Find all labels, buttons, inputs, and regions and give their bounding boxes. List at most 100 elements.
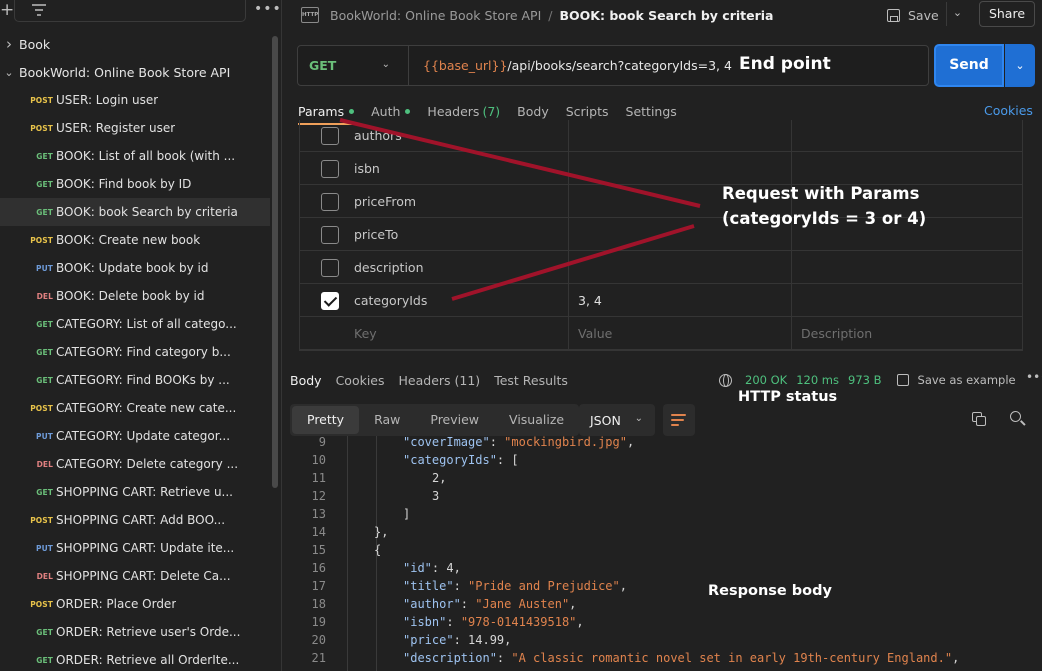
format-select[interactable]: JSON ⌄ (579, 404, 655, 436)
param-value[interactable]: 3, 4 (578, 293, 602, 308)
param-checkbox[interactable] (321, 226, 339, 244)
sidebar-request-item[interactable]: PUT CATEGORY: Update categor... (0, 422, 270, 450)
response-time[interactable]: 120 ms (796, 373, 839, 387)
param-description-input[interactable]: Description (801, 326, 872, 341)
param-key[interactable]: description (354, 260, 424, 275)
response-tab[interactable]: Cookies (336, 370, 385, 390)
line-text: 2, (432, 471, 446, 485)
send-button[interactable]: Send (934, 44, 1004, 87)
method-badge: GET (36, 319, 53, 329)
globe-icon[interactable] (719, 373, 732, 387)
search-icon[interactable] (1010, 411, 1026, 427)
line-text: "title": "Pride and Prejudice", (403, 579, 627, 593)
param-key[interactable]: authors (354, 128, 402, 143)
param-value-input[interactable]: Value (578, 326, 612, 341)
tab-headers[interactable]: Headers (7) (427, 101, 500, 121)
param-key[interactable]: categoryIds (354, 293, 427, 308)
save-as-example-button[interactable]: Save as example (896, 373, 1016, 387)
code-line: 12 3 (283, 489, 1042, 507)
url-input[interactable]: {{base_url}}/api/books/search?categoryId… (423, 58, 732, 73)
param-checkbox[interactable] (321, 259, 339, 277)
new-icon[interactable]: + (0, 0, 14, 22)
response-tab[interactable]: Test Results (494, 370, 568, 390)
tab-params[interactable]: Params (298, 101, 355, 125)
view-tab-preview[interactable]: Preview (415, 406, 494, 434)
param-checkbox[interactable] (321, 127, 339, 145)
response-more-icon[interactable]: ••• (1026, 370, 1042, 384)
copy-icon[interactable] (972, 412, 987, 427)
chevron-down-icon[interactable]: ⌄ (0, 66, 18, 79)
sidebar-request-item[interactable]: GET BOOK: book Search by criteria (0, 198, 270, 226)
view-tab-pretty[interactable]: Pretty (292, 406, 360, 434)
tab-scripts[interactable]: Scripts (566, 101, 609, 121)
code-line: 16 "id": 4, (283, 561, 1042, 579)
sidebar-request-item[interactable]: POST SHOPPING CART: Add BOO... (0, 506, 270, 534)
sidebar-request-item[interactable]: POST BOOK: Create new book (0, 226, 270, 254)
send-options-chevron-down-icon[interactable]: ⌄ (1005, 44, 1035, 87)
param-key-input[interactable]: Key (354, 326, 377, 341)
response-body-code[interactable]: 9 "coverImage": "mockingbird.jpg", 10 "cate… (283, 436, 1042, 671)
param-checkbox[interactable] (321, 292, 339, 310)
param-checkbox[interactable] (321, 160, 339, 178)
params-table: authors isbn priceFrom priceTo description ca… (299, 120, 1023, 351)
chevron-right-icon[interactable]: › (0, 35, 18, 53)
code-token: , (439, 471, 447, 485)
breadcrumb-collection[interactable]: BookWorld: Online Book Store API (330, 8, 541, 23)
param-checkbox[interactable] (321, 193, 339, 211)
sidebar-request-item[interactable]: GET ORDER: Retrieve all OrderIte... (0, 646, 270, 671)
code-token: }, (374, 525, 389, 539)
sidebar-request-item[interactable]: GET BOOK: List of all book (with ... (0, 142, 270, 170)
save-options-chevron-down-icon[interactable]: ⌄ (946, 2, 968, 26)
view-tab-visualize[interactable]: Visualize (494, 406, 579, 434)
sidebar-request-item[interactable]: GET SHOPPING CART: Retrieve u... (0, 478, 270, 506)
sidebar-scrollbar[interactable] (272, 36, 278, 488)
share-button[interactable]: Share (979, 1, 1035, 27)
sidebar-request-item[interactable]: GET ORDER: Retrieve user's Orde... (0, 618, 270, 646)
response-tab[interactable]: Headers (11) (399, 370, 481, 390)
response-tab[interactable]: Body (290, 370, 322, 390)
chevron-down-icon: ⌄ (634, 413, 643, 424)
sidebar-request-item[interactable]: PUT SHOPPING CART: Update ite... (0, 534, 270, 562)
param-key[interactable]: isbn (354, 161, 380, 176)
tab-label: Headers (427, 103, 480, 119)
method-badge: POST (30, 235, 53, 245)
wrap-lines-icon[interactable] (663, 404, 695, 436)
status-code[interactable]: 200 OK (745, 373, 787, 387)
collection-name: Book (19, 36, 51, 52)
collection-item[interactable]: ⌄ BookWorld: Online Book Store API (0, 58, 270, 86)
collection-item[interactable]: › Book (0, 30, 270, 58)
tab-body[interactable]: Body (517, 101, 549, 121)
sidebar-request-item[interactable]: GET BOOK: Find book by ID (0, 170, 270, 198)
param-key[interactable]: priceFrom (354, 194, 416, 209)
sidebar-request-item[interactable]: GET CATEGORY: Find category b... (0, 338, 270, 366)
sidebar-request-item[interactable]: POST ORDER: Place Order (0, 590, 270, 618)
tab-settings[interactable]: Settings (626, 101, 677, 121)
view-tab-raw[interactable]: Raw (359, 406, 415, 434)
sidebar-request-item[interactable]: DEL SHOPPING CART: Delete Ca... (0, 562, 270, 590)
sidebar-request-item[interactable]: POST USER: Register user (0, 114, 270, 142)
sidebar-request-item[interactable]: DEL CATEGORY: Delete category ... (0, 450, 270, 478)
more-options-icon[interactable]: ••• (254, 1, 282, 17)
request-name: USER: Login user (56, 93, 159, 107)
sidebar-request-item[interactable]: DEL BOOK: Delete book by id (0, 282, 270, 310)
filter-box[interactable] (14, 0, 246, 22)
sidebar-request-item[interactable]: POST CATEGORY: Create new cate... (0, 394, 270, 422)
cookies-link[interactable]: Cookies (984, 103, 1033, 118)
sidebar-request-item[interactable]: GET CATEGORY: List of all catego... (0, 310, 270, 338)
param-key[interactable]: priceTo (354, 227, 398, 242)
save-button[interactable]: Save (887, 5, 939, 25)
request-name: SHOPPING CART: Add BOO... (56, 513, 226, 527)
save-icon (887, 8, 900, 22)
request-name: CATEGORY: Find category b... (56, 345, 231, 359)
response-size[interactable]: 973 B (848, 373, 882, 387)
sidebar-request-item[interactable]: GET CATEGORY: Find BOOKs by ... (0, 366, 270, 394)
code-token: : (431, 561, 447, 575)
annotation-response-body: Response body (708, 583, 832, 599)
annotation-endpoint: End point (739, 54, 831, 74)
method-select[interactable]: GET ⌄ (298, 46, 409, 85)
sidebar-request-item[interactable]: PUT BOOK: Update book by id (0, 254, 270, 282)
sidebar-request-item[interactable]: POST USER: Login user (0, 86, 270, 114)
breadcrumb-request[interactable]: BOOK: book Search by criteria (560, 8, 774, 23)
tab-auth[interactable]: Auth (371, 101, 411, 121)
line-text: "isbn": "978-0141439518", (403, 615, 584, 629)
